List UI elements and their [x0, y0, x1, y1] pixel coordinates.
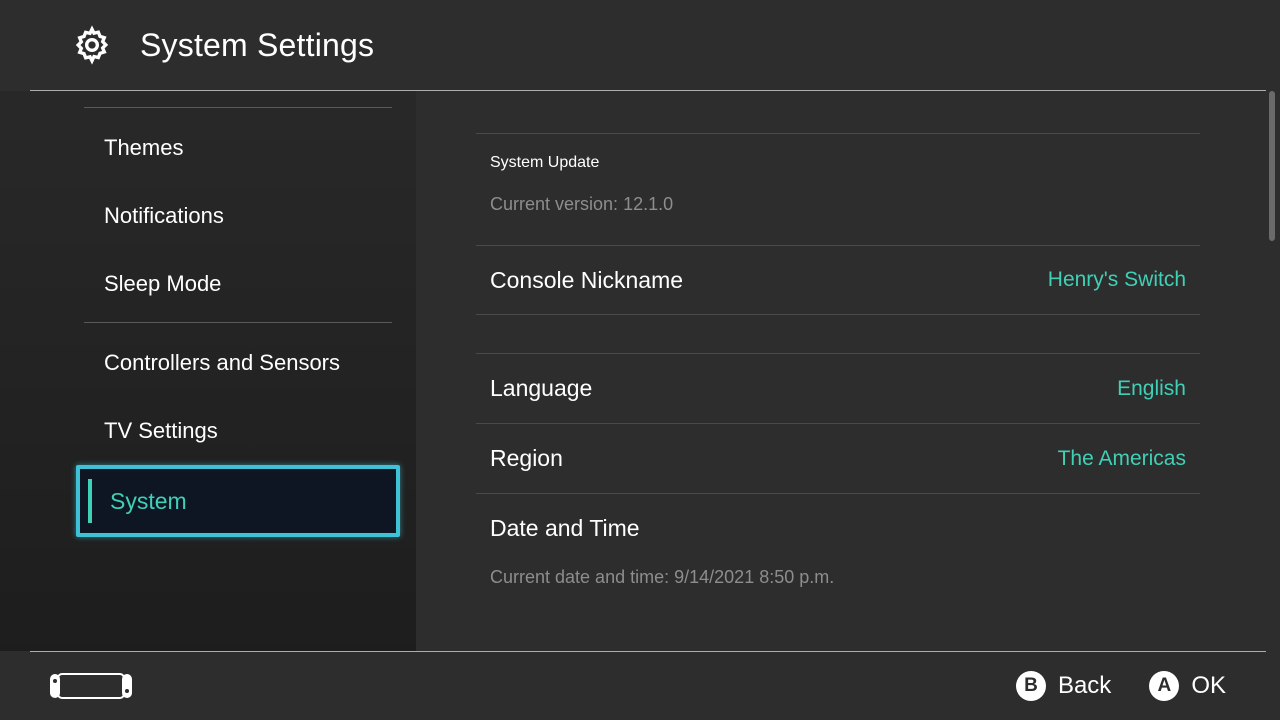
selection-accent — [88, 479, 92, 523]
group-separator — [476, 315, 1200, 353]
sidebar-item-label: TV Settings — [104, 418, 218, 444]
b-button-icon: B — [1016, 671, 1046, 701]
row-date-time[interactable]: Date and Time — [476, 493, 1200, 563]
sidebar-item-tv-settings[interactable]: TV Settings — [84, 397, 392, 465]
row-value: Henry's Switch — [1048, 268, 1186, 292]
sidebar-item-system[interactable]: System — [76, 465, 400, 537]
sidebar-item-sleep-mode[interactable]: Sleep Mode — [84, 250, 392, 318]
row-system-update[interactable]: System Update Current version: 12.1.0 — [476, 133, 1200, 245]
sidebar-item-label: Themes — [104, 135, 183, 161]
row-language[interactable]: Language English — [476, 353, 1200, 423]
content: amiibo Themes Notifications Sleep Mode C… — [0, 91, 1280, 651]
footer-hints: B Back A OK — [1016, 671, 1226, 701]
sidebar-item-label: Controllers and Sensors — [104, 350, 340, 376]
controller-icon[interactable] — [48, 668, 134, 704]
system-update-subtext: Current version: 12.1.0 — [490, 194, 673, 214]
date-time-subtext: Current date and time: 9/14/2021 8:50 p.… — [476, 563, 1200, 588]
row-label: Region — [490, 445, 563, 472]
sidebar: amiibo Themes Notifications Sleep Mode C… — [0, 91, 416, 651]
sidebar-item-controllers-sensors[interactable]: Controllers and Sensors — [84, 329, 392, 397]
hint-label: OK — [1191, 672, 1226, 700]
scrollbar[interactable] — [1269, 91, 1275, 241]
hint-back[interactable]: B Back — [1016, 671, 1111, 701]
row-value: English — [1117, 377, 1186, 401]
row-region[interactable]: Region The Americas — [476, 423, 1200, 493]
sidebar-item-label: Notifications — [104, 203, 224, 229]
main-panel: System Update Current version: 12.1.0 Co… — [416, 91, 1280, 651]
a-button-icon: A — [1149, 671, 1179, 701]
row-label: System Update — [490, 154, 1186, 172]
subtext-prefix: Current version: — [490, 194, 618, 214]
sidebar-separator — [84, 322, 392, 323]
row-label: Console Nickname — [490, 267, 683, 294]
hint-label: Back — [1058, 672, 1111, 700]
sidebar-item-label: Sleep Mode — [104, 271, 221, 297]
system-version-value: 12.1.0 — [623, 194, 673, 214]
date-time-value: 9/14/2021 8:50 p.m. — [674, 567, 834, 588]
sidebar-separator — [84, 107, 392, 108]
sidebar-item-label: System — [110, 488, 187, 515]
sidebar-item-amiibo[interactable]: amiibo — [84, 61, 392, 103]
page-title: System Settings — [140, 27, 374, 64]
subtext-prefix: Current date and time: — [490, 567, 669, 588]
row-label: Language — [490, 375, 592, 402]
sidebar-item-label: amiibo — [104, 61, 169, 67]
sidebar-item-themes[interactable]: Themes — [84, 114, 392, 182]
sidebar-item-notifications[interactable]: Notifications — [84, 182, 392, 250]
hint-ok[interactable]: A OK — [1149, 671, 1226, 701]
row-label: Date and Time — [490, 515, 640, 542]
sidebar-list: amiibo Themes Notifications Sleep Mode C… — [84, 61, 392, 537]
row-value: The Americas — [1058, 447, 1186, 471]
row-console-nickname[interactable]: Console Nickname Henry's Switch — [476, 245, 1200, 315]
footer: B Back A OK — [0, 652, 1280, 720]
